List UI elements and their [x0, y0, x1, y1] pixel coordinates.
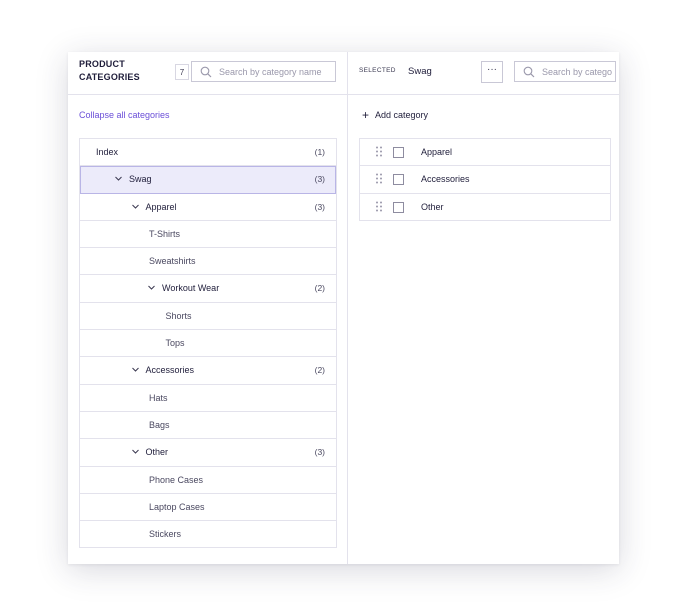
tree-row-label: Stickers: [149, 529, 182, 540]
tree-header: Product Categories 7: [68, 52, 347, 95]
tree-row-count: (1): [314, 147, 325, 157]
tree-search-box[interactable]: [191, 61, 336, 82]
tree-row-count: (3): [314, 201, 325, 212]
child-category-row[interactable]: Other: [360, 194, 610, 221]
tree-row[interactable]: Stickers: [80, 521, 336, 549]
select-checkbox[interactable]: [393, 147, 404, 158]
tree-row[interactable]: Hats: [80, 385, 336, 412]
tree-row-count: (2): [314, 365, 325, 376]
child-category-label: Other: [421, 201, 444, 212]
selected-header: Selected Swag ···: [348, 52, 619, 95]
chevron-down-icon[interactable]: [131, 202, 140, 211]
tree-row-label: Laptop Cases: [149, 501, 205, 512]
child-category-label: Accessories: [421, 174, 470, 185]
tree-row[interactable]: Shorts: [80, 303, 336, 331]
tree-row-label: Tops: [165, 338, 185, 349]
tree-row-label: Accessories: [145, 365, 195, 376]
chevron-down-icon[interactable]: [131, 447, 140, 456]
tree-row[interactable]: Laptop Cases: [80, 494, 336, 522]
tree-row-count: (2): [314, 283, 325, 294]
tree-row-label: Hats: [149, 392, 168, 403]
children-search-input[interactable]: [542, 62, 612, 81]
selected-category-name: Swag: [408, 66, 432, 77]
tree-row[interactable]: Apparel (3): [80, 194, 336, 221]
selected-category-pane: Selected Swag ··· +Add category ApparelA…: [348, 52, 619, 564]
tree-row[interactable]: Swag (3): [80, 166, 336, 194]
children-search-box[interactable]: [514, 61, 616, 82]
panel-title: Product Categories: [79, 59, 140, 82]
tree-row[interactable]: Accessories (2): [80, 357, 336, 385]
chevron-down-icon[interactable]: [147, 283, 156, 292]
tree-row-label: T-Shirts: [149, 228, 181, 239]
tree-row-label: Shorts: [165, 310, 192, 321]
tree-row-label: Phone Cases: [149, 474, 204, 485]
tree-row[interactable]: Phone Cases: [80, 467, 336, 494]
category-tree: Index (1) Swag (3) Apparel (3) T-Shirts Sweatsh…: [79, 138, 337, 549]
tree-row[interactable]: T-Shirts: [80, 221, 336, 249]
tree-row[interactable]: Tops: [80, 330, 336, 358]
child-category-row[interactable]: Apparel: [360, 139, 610, 167]
drag-handle-icon[interactable]: [375, 173, 383, 184]
category-count-badge: 7: [175, 64, 189, 80]
tree-row[interactable]: Workout Wear (2): [80, 275, 336, 303]
child-category-row[interactable]: Accessories: [360, 166, 610, 194]
tree-row-label: Other: [145, 447, 169, 458]
tree-row[interactable]: Bags: [80, 412, 336, 440]
tree-row-label: Bags: [149, 419, 170, 430]
collapse-all-link[interactable]: Collapse all categories: [79, 110, 170, 120]
drag-handle-icon[interactable]: [375, 201, 383, 212]
child-category-label: Apparel: [421, 147, 453, 157]
tree-row-label: Index: [96, 147, 119, 157]
selected-label: Selected: [359, 67, 396, 74]
add-category-label: Add category: [375, 110, 429, 120]
tree-row-label: Swag: [129, 174, 152, 185]
select-checkbox[interactable]: [393, 174, 404, 186]
tree-row-label: Sweatshirts: [149, 256, 196, 267]
tree-row-count: (3): [314, 174, 325, 185]
tree-row[interactable]: Index (1): [80, 139, 336, 167]
plus-icon: +: [362, 108, 370, 122]
chevron-down-icon[interactable]: [114, 174, 123, 183]
search-icon: [523, 66, 535, 78]
search-icon: [200, 66, 212, 78]
more-options-button[interactable]: ···: [481, 61, 503, 83]
select-checkbox[interactable]: [393, 201, 404, 213]
child-category-list: Apparel Accessories Other: [359, 138, 611, 221]
drag-handle-icon[interactable]: [375, 146, 383, 157]
add-category-button[interactable]: + Add category: [362, 108, 429, 122]
tree-search-input[interactable]: [219, 62, 332, 81]
tree-row[interactable]: Other (3): [80, 439, 336, 467]
tree-row-label: Workout Wear: [162, 283, 220, 294]
tree-row-count: (3): [314, 447, 325, 458]
category-tree-pane: Product Categories 7 Collapse all catego…: [68, 52, 348, 564]
chevron-down-icon[interactable]: [131, 365, 140, 374]
tree-row-label: Apparel: [145, 201, 177, 212]
tree-row[interactable]: Sweatshirts: [80, 248, 336, 276]
category-panel: Product Categories 7 Collapse all catego…: [68, 52, 619, 564]
